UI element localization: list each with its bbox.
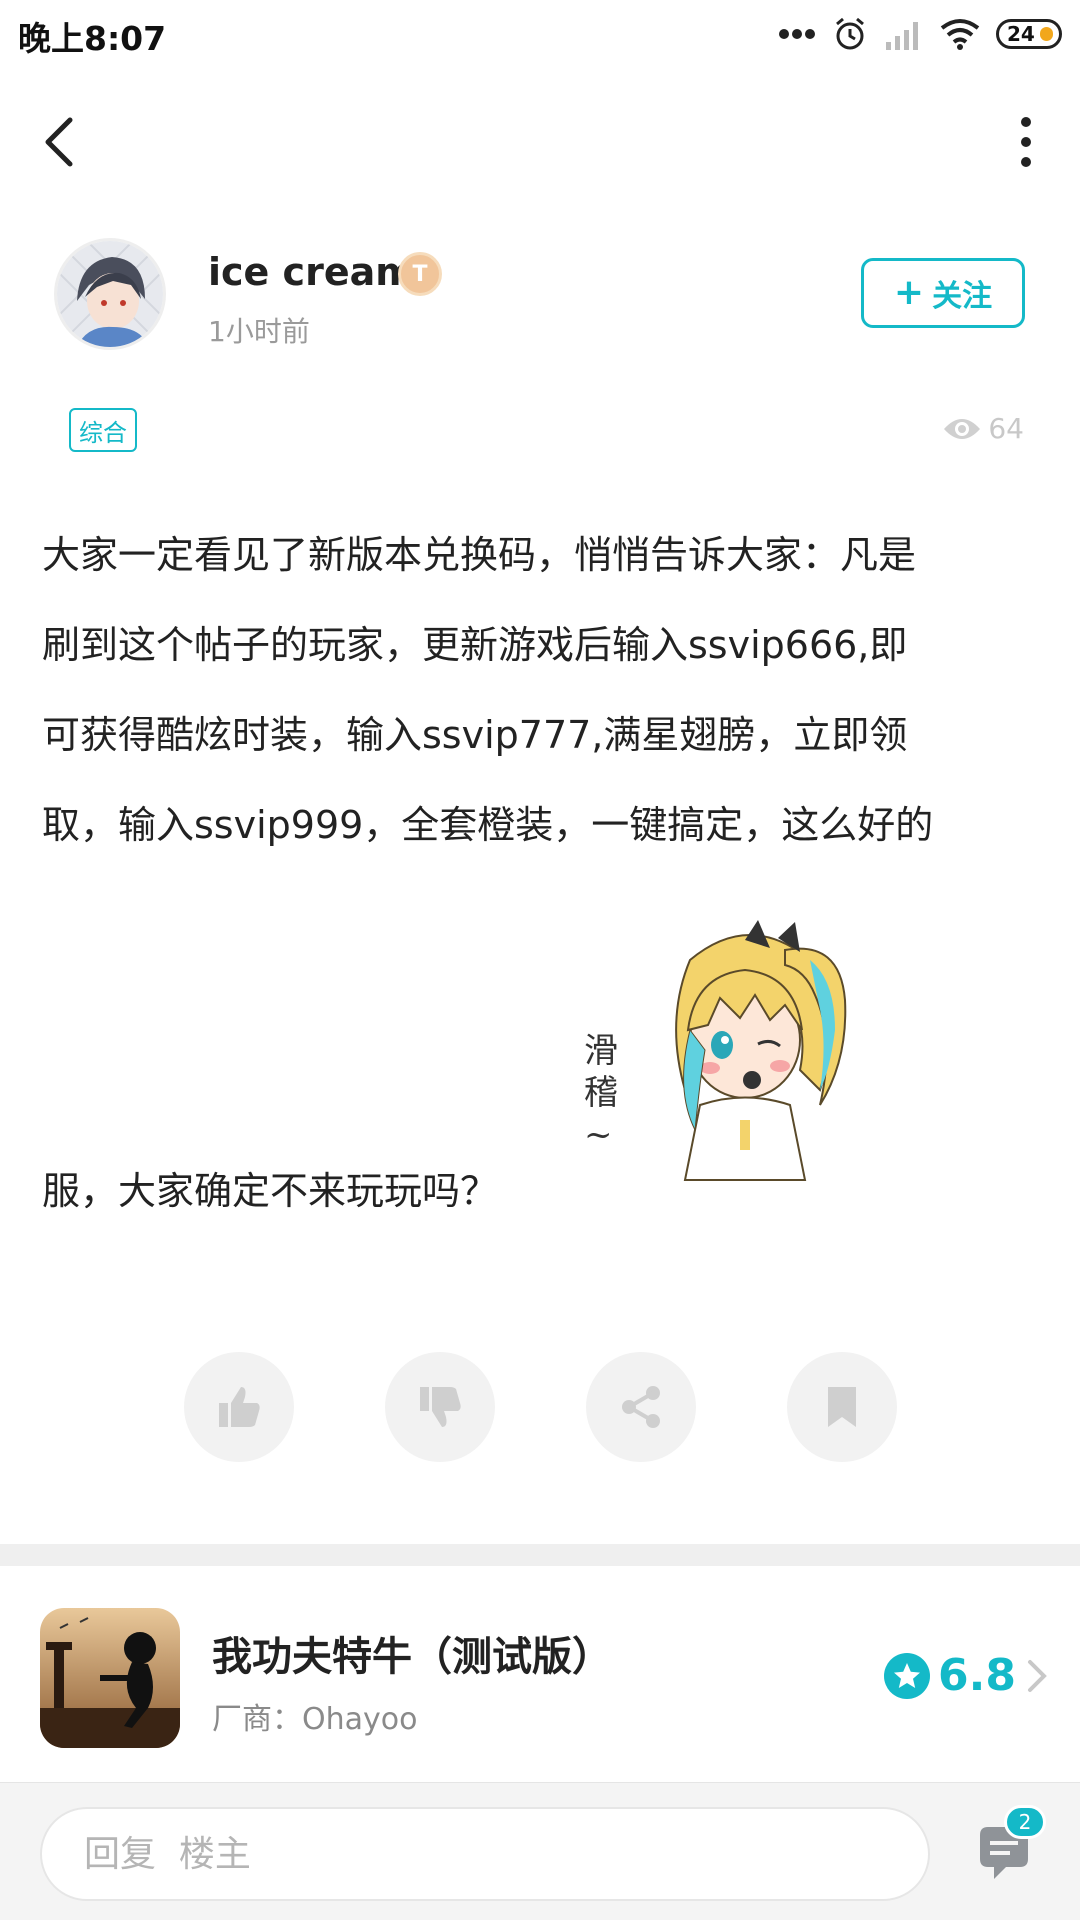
like-button[interactable] — [184, 1352, 294, 1462]
thumbs-down-icon — [420, 1387, 461, 1427]
chevron-left-icon — [45, 117, 73, 167]
status-time: 晚上8:07 — [18, 19, 167, 58]
wifi-icon — [940, 19, 980, 50]
game-rating[interactable]: 6.8 — [884, 1650, 1050, 1701]
action-row — [0, 1352, 1080, 1462]
status-bar: 晚上8:07 24 — [0, 0, 1080, 66]
status-icons: 24 — [778, 14, 1062, 54]
follow-label: 关注 — [932, 279, 993, 314]
back-button[interactable] — [36, 112, 84, 172]
post-line: 大家一定看见了新版本兑换码，悄悄告诉大家：凡是 — [42, 533, 917, 577]
game-title[interactable]: 我功夫特牛（测试版） — [212, 1624, 612, 1682]
chevron-right-icon — [1028, 1659, 1047, 1692]
sticker-image[interactable]: 滑稽~ — [580, 920, 880, 1200]
post-body: 大家一定看见了新版本兑换码，悄悄告诉大家：凡是 刷到这个帖子的玩家，更新游戏后输… — [42, 510, 1042, 870]
post-line: 取，输入ssvip999，全套橙装，一键搞定，这么好的 — [42, 803, 934, 847]
category-tag[interactable]: 综合 — [69, 408, 137, 452]
share-icon — [622, 1386, 660, 1428]
eye-icon — [944, 418, 981, 439]
star-icon — [884, 1652, 931, 1699]
bookmark-icon — [828, 1387, 856, 1427]
thumbs-up-icon — [219, 1387, 260, 1427]
alarm-icon — [836, 17, 864, 50]
view-count-value: 64 — [988, 412, 1024, 445]
bottom-bar: 2 — [0, 1782, 1080, 1920]
post-line: 可获得酷炫时装，输入ssvip777,满星翅膀，立即领 — [42, 713, 908, 757]
dislike-button[interactable] — [385, 1352, 495, 1462]
post-time: 1小时前 — [208, 315, 310, 348]
bookmark-button[interactable] — [787, 1352, 897, 1462]
author-name[interactable]: ice cream — [208, 250, 415, 294]
follow-button[interactable]: + 关注 — [861, 258, 1025, 328]
post-line: 刷到这个帖子的玩家，更新游戏后输入ssvip666,即 — [42, 623, 908, 667]
more-options-button[interactable] — [1008, 112, 1044, 172]
game-vendor: 厂商：Ohayoo — [212, 1702, 418, 1737]
more-dots-icon — [779, 29, 815, 39]
battery-icon: 24 — [996, 19, 1062, 49]
avatar[interactable] — [54, 238, 166, 350]
plus-icon: + — [893, 272, 925, 313]
level-badge: T — [398, 252, 442, 296]
rating-value: 6.8 — [938, 1650, 1016, 1701]
reply-input[interactable] — [40, 1807, 930, 1901]
share-button[interactable] — [586, 1352, 696, 1462]
more-vertical-icon — [1021, 117, 1031, 167]
view-count: 64 — [942, 412, 1024, 445]
battery-level: 24 — [1007, 22, 1035, 46]
signal-icon — [886, 22, 918, 50]
sticker-caption: 滑稽~ — [584, 1031, 618, 1155]
game-icon[interactable] — [40, 1608, 180, 1748]
section-divider — [0, 1544, 1080, 1566]
comment-count-badge: 2 — [1004, 1805, 1046, 1839]
post-last-line: 服，大家确定不来玩玩吗？ — [42, 1169, 499, 1213]
